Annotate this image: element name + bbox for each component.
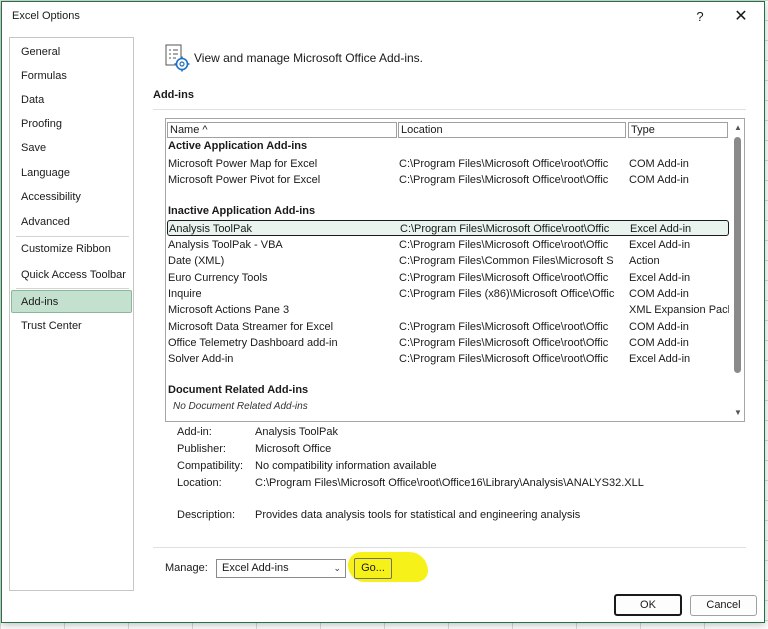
detail-location-label: Location: [177, 477, 222, 489]
page-header-text: View and manage Microsoft Office Add-ins… [194, 51, 424, 65]
detail-description-label: Description: [177, 509, 236, 521]
manage-divider [153, 547, 746, 548]
section-title: Add-ins [153, 89, 194, 101]
cell-type: Excel Add-in [629, 353, 691, 365]
table-row[interactable]: Inquire C:\Program Files (x86)\Microsoft… [167, 286, 729, 302]
cell-location: C:\Program Files (x86)\Microsoft Office\… [399, 288, 615, 300]
table-row[interactable]: Microsoft Power Map for Excel C:\Program… [167, 156, 729, 172]
cell-type: Excel Add-in [629, 272, 691, 284]
cell-name: Microsoft Actions Pane 3 [168, 304, 290, 316]
table-row-selected[interactable]: Analysis ToolPak C:\Program Files\Micros… [167, 220, 729, 236]
add-ins-gear-icon [165, 44, 191, 72]
table-row[interactable]: Microsoft Actions Pane 3 XML Expansion P… [167, 302, 729, 318]
cell-name: Analysis ToolPak - VBA [168, 239, 283, 251]
cell-type: COM Add-in [629, 337, 689, 349]
sidebar-item-advanced[interactable]: Advanced [11, 211, 132, 234]
table-row[interactable]: Analysis ToolPak - VBA C:\Program Files\… [167, 237, 729, 253]
sidebar-item-proofing[interactable]: Proofing [11, 113, 132, 136]
cancel-button[interactable]: Cancel [690, 595, 757, 616]
scroll-down-arrow-icon[interactable]: ▼ [732, 407, 744, 419]
cell-name: Office Telemetry Dashboard add-in [168, 337, 338, 349]
cell-type: Excel Add-in [630, 223, 692, 235]
manage-dropdown[interactable]: Excel Add-ins ⌄ [216, 559, 346, 578]
close-icon: ✕ [734, 8, 748, 25]
detail-location-value: C:\Program Files\Microsoft Office\root\O… [255, 477, 644, 489]
cell-type: COM Add-in [629, 174, 689, 186]
manage-label: Manage: [165, 562, 208, 574]
cell-name: Analysis ToolPak [169, 223, 252, 235]
cell-type: COM Add-in [629, 288, 689, 300]
cell-type: Excel Add-in [629, 239, 691, 251]
cell-location: C:\Program Files\Microsoft Office\root\O… [399, 321, 609, 333]
table-row[interactable]: Euro Currency Tools C:\Program Files\Mic… [167, 270, 729, 286]
empty-group-text: No Document Related Add-ins [173, 401, 308, 412]
detail-description-value: Provides data analysis tools for statist… [255, 509, 581, 521]
cell-type: XML Expansion Pack [629, 304, 729, 316]
table-scrollbar[interactable]: ▲ ▼ [731, 119, 744, 421]
cell-location: C:\Program Files\Microsoft Office\root\O… [399, 272, 609, 284]
section-divider [153, 109, 746, 110]
sidebar-item-add-ins[interactable]: Add-ins [11, 290, 132, 313]
ok-button[interactable]: OK [614, 594, 682, 616]
column-header-name[interactable]: Name ^ [167, 122, 397, 138]
table-row[interactable]: Microsoft Power Pivot for Excel C:\Progr… [167, 172, 729, 188]
table-row[interactable]: Office Telemetry Dashboard add-in C:\Pro… [167, 335, 729, 351]
detail-publisher-label: Publisher: [177, 443, 226, 455]
sidebar-item-accessibility[interactable]: Accessibility [11, 186, 132, 209]
cell-name: Euro Currency Tools [168, 272, 268, 284]
detail-publisher-value: Microsoft Office [255, 443, 332, 455]
sidebar-divider [16, 236, 129, 237]
cell-location: C:\Program Files\Microsoft Office\root\O… [399, 158, 609, 170]
dialog-title: Excel Options [12, 10, 80, 22]
cell-name: Inquire [168, 288, 202, 300]
sidebar-item-data[interactable]: Data [11, 89, 132, 112]
column-header-location[interactable]: Location [398, 122, 626, 138]
cell-location: C:\Program Files\Microsoft Office\root\O… [400, 223, 610, 235]
cell-location: C:\Program Files\Microsoft Office\root\O… [399, 337, 609, 349]
table-row[interactable]: Date (XML) C:\Program Files\Common Files… [167, 253, 729, 269]
close-button[interactable]: ✕ [728, 6, 754, 28]
cell-name: Microsoft Power Pivot for Excel [168, 174, 321, 186]
cell-type: COM Add-in [629, 158, 689, 170]
sidebar-item-save[interactable]: Save [11, 137, 132, 160]
cell-name: Microsoft Power Map for Excel [168, 158, 318, 170]
go-button[interactable]: Go... [354, 558, 392, 579]
help-button[interactable]: ? [688, 6, 712, 28]
add-ins-table: Name ^ Location Type Active Application … [165, 118, 745, 422]
cell-location: C:\Program Files\Common Files\Microsoft … [399, 255, 614, 267]
sidebar-item-formulas[interactable]: Formulas [11, 65, 132, 88]
cell-location: C:\Program Files\Microsoft Office\root\O… [399, 239, 609, 251]
title-bar: Excel Options ? ✕ [2, 2, 764, 32]
sidebar-divider [16, 288, 129, 289]
sidebar-item-trust-center[interactable]: Trust Center [11, 315, 132, 338]
cell-type: Action [629, 255, 660, 267]
table-row[interactable]: Solver Add-in C:\Program Files\Microsoft… [167, 351, 729, 367]
sidebar-item-quick-access-toolbar[interactable]: Quick Access Toolbar [11, 264, 132, 287]
column-header-type[interactable]: Type [628, 122, 728, 138]
scroll-thumb[interactable] [734, 137, 741, 373]
sidebar-item-language[interactable]: Language [11, 162, 132, 185]
cell-location: C:\Program Files\Microsoft Office\root\O… [399, 353, 609, 365]
cell-name: Microsoft Data Streamer for Excel [168, 321, 334, 333]
cell-name: Date (XML) [168, 255, 225, 267]
detail-compat-value: No compatibility information available [255, 460, 437, 472]
options-sidebar: General Formulas Data Proofing Save Lang… [9, 37, 134, 591]
excel-options-dialog: Excel Options ? ✕ General Formulas Data … [1, 1, 765, 623]
table-row[interactable]: Microsoft Data Streamer for Excel C:\Pro… [167, 319, 729, 335]
group-title-document: Document Related Add-ins [168, 384, 309, 396]
cell-type: COM Add-in [629, 321, 689, 333]
cell-name: Solver Add-in [168, 353, 234, 365]
cell-location: C:\Program Files\Microsoft Office\root\O… [399, 174, 609, 186]
detail-compat-label: Compatibility: [177, 460, 244, 472]
group-title-active: Active Application Add-ins [168, 140, 308, 152]
scroll-up-arrow-icon[interactable]: ▲ [732, 122, 744, 134]
chevron-down-icon: ⌄ [333, 563, 341, 573]
group-title-inactive: Inactive Application Add-ins [168, 205, 316, 217]
sidebar-item-customize-ribbon[interactable]: Customize Ribbon [11, 238, 132, 261]
manage-selected-value: Excel Add-ins [222, 562, 289, 574]
detail-addin-label: Add-in: [177, 426, 212, 438]
detail-addin-value: Analysis ToolPak [255, 426, 338, 438]
sidebar-item-general[interactable]: General [11, 41, 132, 64]
